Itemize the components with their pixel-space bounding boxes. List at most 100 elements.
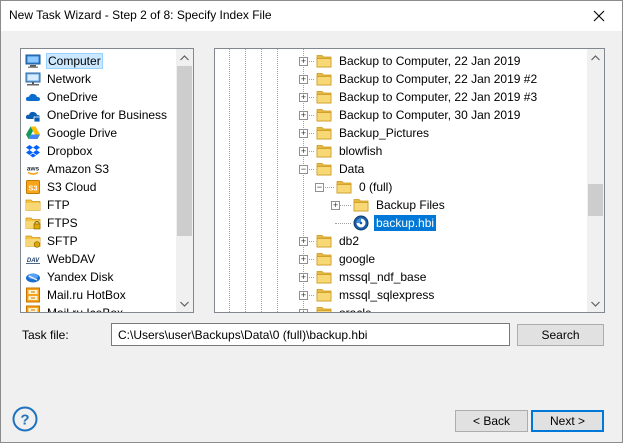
location-item[interactable]: Mail.ru IceBox xyxy=(21,304,176,312)
tree-node-label: Backup to Computer, 22 Jan 2019 #3 xyxy=(339,90,538,104)
tree-node[interactable]: backup.hbi xyxy=(353,214,437,232)
tree-node[interactable]: Backup to Computer, 22 Jan 2019 #2 xyxy=(316,70,539,88)
collapse-icon[interactable]: − xyxy=(315,183,324,192)
google-drive-icon xyxy=(25,125,41,141)
tree-node[interactable]: Backup to Computer, 22 Jan 2019 xyxy=(316,52,522,70)
location-item-label: Dropbox xyxy=(47,144,93,158)
folder-icon xyxy=(316,305,332,312)
location-item-label: Network xyxy=(47,72,92,86)
folder-icon xyxy=(316,251,332,267)
tree-node-label: Data xyxy=(339,162,365,176)
task-file-input[interactable] xyxy=(111,323,510,346)
tree-node[interactable]: 0 (full) xyxy=(336,178,394,196)
location-item-label: OneDrive xyxy=(47,90,98,104)
tree-node-label: Backup Files xyxy=(376,198,445,212)
back-button[interactable]: < Back xyxy=(455,410,528,432)
tree-node[interactable]: google xyxy=(316,250,377,268)
next-button[interactable]: Next > xyxy=(531,410,604,432)
expand-icon[interactable]: + xyxy=(299,129,308,138)
location-item[interactable]: SFTP xyxy=(21,232,176,250)
title-bar: New Task Wizard - Step 2 of 8: Specify I… xyxy=(1,1,622,31)
onedrive-icon xyxy=(25,89,41,105)
location-item[interactable]: FTP xyxy=(21,196,176,214)
computer-icon xyxy=(25,53,41,69)
expand-icon[interactable]: + xyxy=(299,291,308,300)
location-item[interactable]: Mail.ru HotBox xyxy=(21,286,176,304)
close-button[interactable] xyxy=(576,1,622,31)
folder-icon xyxy=(316,269,332,285)
location-item-label: SFTP xyxy=(47,234,78,248)
ftp-icon xyxy=(25,197,41,213)
tree-node[interactable]: blowfish xyxy=(316,142,384,160)
network-icon xyxy=(25,71,41,87)
folder-icon xyxy=(353,197,369,213)
tree-node-label: mssql_sqlexpress xyxy=(339,288,435,302)
folder-icon xyxy=(316,89,332,105)
help-button[interactable]: ? xyxy=(12,406,38,432)
expand-icon[interactable]: + xyxy=(299,93,308,102)
expand-icon[interactable]: + xyxy=(299,255,308,264)
location-item[interactable]: S3 S3 Cloud xyxy=(21,178,176,196)
chevron-up-icon xyxy=(591,54,600,60)
tree-guide-line xyxy=(277,49,278,312)
tree-guide-line xyxy=(261,49,262,312)
tree-node[interactable]: Backup to Computer, 30 Jan 2019 xyxy=(316,106,522,124)
expand-icon[interactable]: + xyxy=(331,201,340,210)
location-list-panel: Computer Network OneDrive OneDrive for Busi… xyxy=(20,48,194,313)
folder-icon xyxy=(316,161,332,177)
location-item[interactable]: OneDrive xyxy=(21,88,176,106)
tree-node-label: Backup to Computer, 22 Jan 2019 #2 xyxy=(339,72,538,86)
expand-icon[interactable]: + xyxy=(299,147,308,156)
folder-icon xyxy=(316,53,332,69)
dropbox-icon xyxy=(25,143,41,159)
folder-icon xyxy=(336,179,352,195)
collapse-icon[interactable]: − xyxy=(299,165,308,174)
scroll-thumb[interactable] xyxy=(177,66,192,236)
window-title: New Task Wizard - Step 2 of 8: Specify I… xyxy=(9,8,272,22)
scroll-up-button[interactable] xyxy=(587,49,604,66)
tree-node-label: Backup to Computer, 30 Jan 2019 xyxy=(339,108,521,122)
chevron-down-icon xyxy=(591,301,600,307)
tree-node[interactable]: Backup_Pictures xyxy=(316,124,431,142)
ftps-icon xyxy=(25,215,41,231)
scroll-thumb[interactable] xyxy=(588,184,603,216)
folder-tree-scrollbar[interactable] xyxy=(587,49,604,312)
amazon-s3-icon: aws xyxy=(25,161,41,177)
location-item[interactable]: FTPS xyxy=(21,214,176,232)
location-item[interactable]: Computer xyxy=(21,52,176,70)
location-item[interactable]: aws Amazon S3 xyxy=(21,160,176,178)
tree-node[interactable]: mssql_sqlexpress xyxy=(316,286,436,304)
location-list-scrollbar[interactable] xyxy=(176,49,193,312)
expand-icon[interactable]: + xyxy=(299,237,308,246)
expand-icon[interactable]: + xyxy=(299,273,308,282)
tree-node[interactable]: Backup Files xyxy=(353,196,447,214)
scroll-down-button[interactable] xyxy=(176,295,193,312)
location-item-label: FTPS xyxy=(47,216,78,230)
tree-guide-line xyxy=(245,49,246,312)
tree-node-label: 0 (full) xyxy=(359,180,393,194)
location-item[interactable]: Dropbox xyxy=(21,142,176,160)
location-item[interactable]: Google Drive xyxy=(21,124,176,142)
location-item[interactable]: DAV WebDAV xyxy=(21,250,176,268)
tree-node[interactable]: oracle xyxy=(316,304,374,312)
location-item-label: OneDrive for Business xyxy=(47,108,168,122)
scroll-down-button[interactable] xyxy=(587,295,604,312)
scroll-up-button[interactable] xyxy=(176,49,193,66)
expand-icon[interactable]: + xyxy=(299,111,308,120)
tree-node[interactable]: Data xyxy=(316,160,366,178)
tree-node[interactable]: mssql_ndf_base xyxy=(316,268,428,286)
location-item-label: S3 Cloud xyxy=(47,180,97,194)
tree-node[interactable]: db2 xyxy=(316,232,361,250)
location-item[interactable]: Network xyxy=(21,70,176,88)
search-button[interactable]: Search xyxy=(517,324,604,346)
location-item[interactable]: Yandex Disk xyxy=(21,268,176,286)
chevron-down-icon xyxy=(180,301,189,307)
expand-icon[interactable]: + xyxy=(299,75,308,84)
location-item-label: WebDAV xyxy=(47,252,96,266)
help-icon: ? xyxy=(12,406,38,432)
wizard-window: New Task Wizard - Step 2 of 8: Specify I… xyxy=(0,0,623,443)
tree-node[interactable]: Backup to Computer, 22 Jan 2019 #3 xyxy=(316,88,539,106)
expand-icon[interactable]: + xyxy=(299,309,308,312)
location-item[interactable]: OneDrive for Business xyxy=(21,106,176,124)
expand-icon[interactable]: + xyxy=(299,57,308,66)
